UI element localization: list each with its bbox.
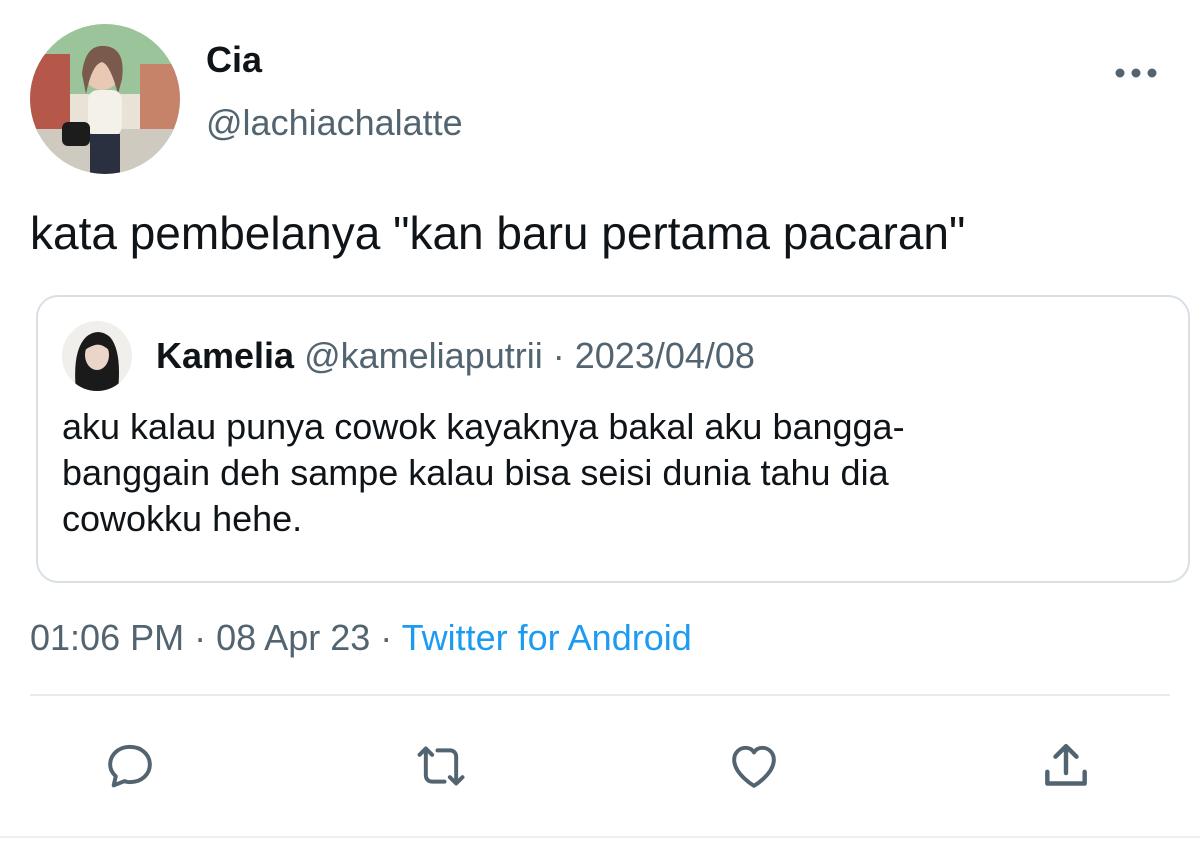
quoted-text-line: banggain deh sampe kalau bisa seisi duni… xyxy=(62,452,889,493)
tweet-text: kata pembelanya "kan baru pertama pacara… xyxy=(30,207,966,259)
quoted-date: 2023/04/08 xyxy=(574,335,755,376)
meta-separator: · xyxy=(194,617,207,658)
quoted-separator: · xyxy=(552,335,565,376)
tweet-source-link[interactable]: Twitter for Android xyxy=(402,617,692,658)
retweet-icon[interactable] xyxy=(413,738,469,794)
tweet-meta: 01:06 PM · 08 Apr 23 · Twitter for Andro… xyxy=(30,616,692,660)
quoted-avatar-photo xyxy=(62,321,132,391)
reply-icon[interactable] xyxy=(102,738,158,794)
quoted-author-name: Kamelia xyxy=(156,335,295,376)
tweet-time[interactable]: 01:06 PM xyxy=(30,617,184,658)
meta-separator: · xyxy=(380,617,393,658)
more-options-icon[interactable] xyxy=(1112,58,1160,88)
author-handle[interactable]: @lachiachalatte xyxy=(206,102,463,144)
quoted-tweet-text: aku kalau punya cowok kayaknya bakal aku… xyxy=(62,404,1142,542)
quoted-text-line: aku kalau punya cowok kayaknya bakal aku… xyxy=(62,406,905,447)
quoted-author-handle: @kameliaputrii xyxy=(304,335,543,376)
divider xyxy=(30,694,1170,696)
bottom-divider xyxy=(0,836,1200,838)
author-avatar-photo xyxy=(30,24,180,174)
author-avatar[interactable] xyxy=(30,24,180,174)
like-icon[interactable] xyxy=(726,738,782,794)
share-icon[interactable] xyxy=(1038,738,1094,794)
quoted-header: Kamelia @kameliaputrii · 2023/04/08 xyxy=(156,334,755,378)
quoted-text-line: cowokku hehe. xyxy=(62,498,303,539)
author-name[interactable]: Cia xyxy=(206,40,262,80)
quoted-author-avatar xyxy=(62,321,132,391)
tweet-date[interactable]: 08 Apr 23 xyxy=(216,617,370,658)
